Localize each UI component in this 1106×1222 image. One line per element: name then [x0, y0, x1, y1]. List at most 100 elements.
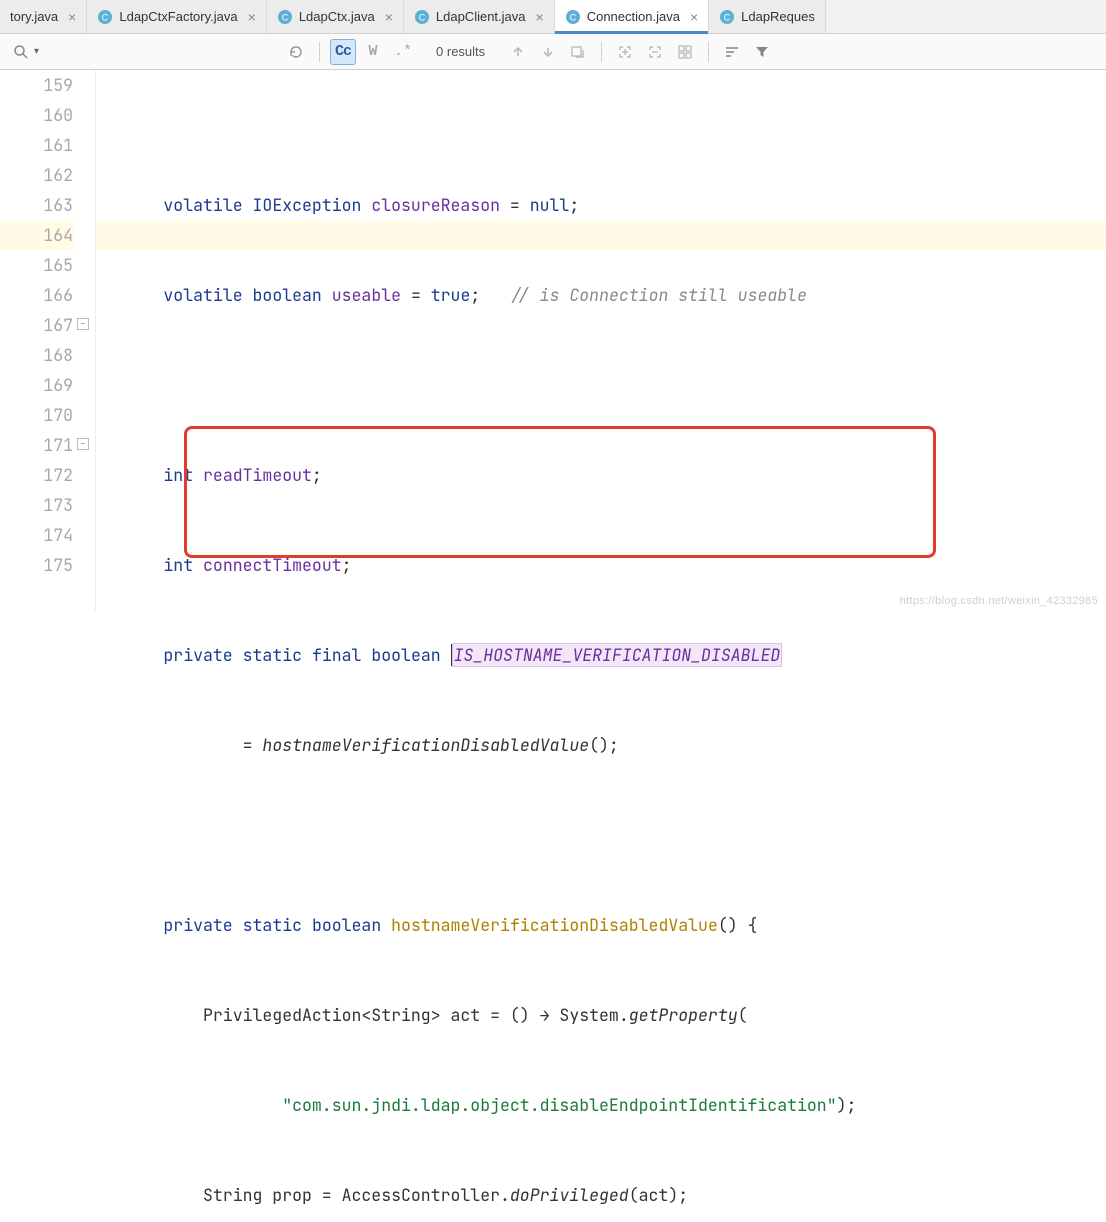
chevron-down-icon[interactable]: ▾ [34, 46, 39, 57]
line-number: 172 [0, 460, 73, 490]
java-class-icon: C [565, 9, 581, 25]
editor-tabs: tory.java × C LdapCtxFactory.java × C Ld… [0, 0, 1106, 34]
tab-label: LdapCtx.java [299, 9, 375, 24]
results-count: 0 results [420, 44, 501, 59]
line-number: 168 [0, 340, 73, 370]
separator [601, 42, 602, 62]
line-number: 162 [0, 160, 73, 190]
code-token: (act); [629, 1184, 688, 1206]
filter-icon[interactable] [749, 39, 775, 65]
close-icon[interactable]: × [68, 10, 76, 24]
annotation-box [184, 426, 936, 558]
close-icon[interactable]: × [385, 10, 393, 24]
tab-label: LdapCtxFactory.java [119, 9, 237, 24]
code-token: int [163, 464, 193, 486]
prev-match-icon[interactable] [505, 39, 531, 65]
add-selection-icon[interactable] [612, 39, 638, 65]
tab-file-5[interactable]: C LdapReques [709, 0, 826, 33]
select-all-icon[interactable] [565, 39, 591, 65]
java-class-icon: C [97, 9, 113, 25]
code-token: hostnameVerificationDisabledValue [391, 914, 718, 936]
close-icon[interactable]: × [248, 10, 256, 24]
tab-file-4[interactable]: C Connection.java × [555, 0, 709, 33]
line-number: 173 [0, 490, 73, 520]
code-token: = [243, 734, 263, 756]
code-token: String prop = AccessController. [203, 1184, 510, 1206]
code-token: (); [589, 734, 619, 756]
line-number: 167 [0, 310, 73, 340]
find-toolbar: ▾ Cc W .* 0 results [0, 34, 1106, 70]
code-token: readTimeout [203, 464, 312, 486]
remove-selection-icon[interactable] [642, 39, 668, 65]
svg-text:C: C [102, 12, 109, 22]
svg-text:C: C [419, 12, 426, 22]
svg-text:C: C [282, 12, 289, 22]
separator [708, 42, 709, 62]
code-token: ; [569, 194, 579, 216]
select-all-occurrences-icon[interactable] [672, 39, 698, 65]
code-token: connectTimeout [203, 554, 342, 576]
code-token: ; [312, 464, 322, 486]
code-token: boolean [371, 644, 440, 666]
line-number: 175 [0, 550, 73, 580]
code-token: private [163, 644, 232, 666]
tab-file-1[interactable]: C LdapCtxFactory.java × [87, 0, 266, 33]
regex-button[interactable]: .* [390, 39, 416, 65]
code-token: hostnameVerificationDisabledValue [262, 734, 589, 756]
java-class-icon: C [719, 9, 735, 25]
tab-file-3[interactable]: C LdapClient.java × [404, 0, 555, 33]
line-number: 163 [0, 190, 73, 220]
code-token: // is Connection still useable [510, 284, 807, 306]
close-icon[interactable]: × [536, 10, 544, 24]
line-number: 166 [0, 280, 73, 310]
code-token: = [500, 194, 530, 216]
code-token: static [243, 914, 302, 936]
tab-label: LdapClient.java [436, 9, 526, 24]
code-token: () { [718, 914, 758, 936]
line-number: 159 [0, 70, 73, 100]
code-token: IOException [253, 194, 362, 216]
svg-text:C: C [724, 12, 731, 22]
match-case-button[interactable]: Cc [330, 39, 356, 65]
code-token: null [530, 194, 570, 216]
java-class-icon: C [277, 9, 293, 25]
line-number: 174 [0, 520, 73, 550]
search-icon[interactable] [8, 39, 34, 65]
watermark: https://blog.csdn.net/weixin_42332985 [900, 595, 1098, 607]
code-token: static [243, 644, 302, 666]
tab-label: Connection.java [587, 9, 680, 24]
fold-marker-icon[interactable]: − [77, 318, 89, 330]
code-token: closureReason [371, 194, 500, 216]
code-token: doPrivileged [510, 1184, 629, 1206]
code-token: ( [738, 1004, 748, 1026]
close-icon[interactable]: × [690, 10, 698, 24]
code-token: final [312, 644, 362, 666]
code-token: ; [342, 554, 352, 576]
words-button[interactable]: W [360, 39, 386, 65]
search-history-icon[interactable] [283, 39, 309, 65]
code-token: = [401, 284, 431, 306]
tab-file-0[interactable]: tory.java × [0, 0, 87, 33]
code-token: getProperty [629, 1004, 738, 1026]
code-token: int [163, 554, 193, 576]
code-token: → [540, 1004, 550, 1026]
java-class-icon: C [414, 9, 430, 25]
code-token: boolean [253, 284, 322, 306]
code-token: useable [332, 284, 401, 306]
code-token: true [431, 284, 471, 306]
code-editor[interactable]: 159 160 161 162 163 164 165 166 167 168 … [0, 70, 1106, 611]
line-number: 169 [0, 370, 73, 400]
next-match-icon[interactable] [535, 39, 561, 65]
code-token: volatile [163, 194, 242, 216]
filter-settings-icon[interactable] [719, 39, 745, 65]
line-gutter: 159 160 161 162 163 164 165 166 167 168 … [0, 70, 96, 611]
fold-marker-icon[interactable]: − [77, 438, 89, 450]
line-number: 160 [0, 100, 73, 130]
code-token: PrivilegedAction<String> act = () [203, 1004, 540, 1026]
line-number: 164 [0, 220, 73, 250]
code-token: IS_HOSTNAME_VERIFICATION_DISABLED [452, 643, 783, 667]
tab-file-2[interactable]: C LdapCtx.java × [267, 0, 404, 33]
code-token: private [163, 914, 232, 936]
code-area[interactable]: volatile IOException closureReason = nul… [96, 70, 1106, 611]
line-number: 165 [0, 250, 73, 280]
